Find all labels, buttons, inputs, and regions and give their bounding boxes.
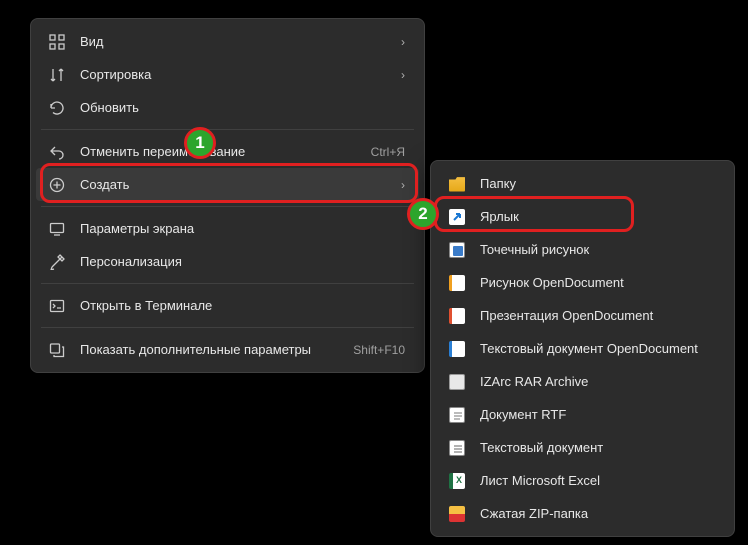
folder-icon: [448, 175, 466, 193]
submenu-item-xlsx[interactable]: X Лист Microsoft Excel: [436, 464, 729, 497]
submenu-item-odp[interactable]: Презентация OpenDocument: [436, 299, 729, 332]
submenu-item-shortcut[interactable]: Ярлык: [436, 200, 729, 233]
menu-item-new[interactable]: Создать ›: [36, 168, 419, 201]
submenu-item-rar[interactable]: IZArc RAR Archive: [436, 365, 729, 398]
menu-label: Сжатая ZIP-папка: [480, 506, 715, 521]
menu-label: Сортировка: [80, 67, 401, 82]
bitmap-icon: [448, 241, 466, 259]
terminal-icon: [48, 297, 66, 315]
shortcut-icon: [448, 208, 466, 226]
sort-icon: [48, 66, 66, 84]
menu-label: Текстовый документ: [480, 440, 715, 455]
menu-item-refresh[interactable]: Обновить: [36, 91, 419, 124]
rar-icon: [448, 373, 466, 391]
menu-label: Персонализация: [80, 254, 405, 269]
menu-label: Создать: [80, 177, 401, 192]
menu-label: Точечный рисунок: [480, 242, 715, 257]
desktop-context-menu: Вид › Сортировка › Обновить Отменить пер…: [30, 18, 425, 373]
undo-icon: [48, 143, 66, 161]
odp-icon: [448, 307, 466, 325]
annotation-badge-1: 1: [184, 127, 216, 159]
submenu-item-folder[interactable]: Папку: [436, 167, 729, 200]
menu-item-personalize[interactable]: Персонализация: [36, 245, 419, 278]
view-icon: [48, 33, 66, 51]
submenu-item-txt[interactable]: Текстовый документ: [436, 431, 729, 464]
odt-icon: [448, 340, 466, 358]
menu-label: Параметры экрана: [80, 221, 405, 236]
menu-label: Показать дополнительные параметры: [80, 342, 343, 357]
menu-label: Обновить: [80, 100, 405, 115]
menu-item-display-settings[interactable]: Параметры экрана: [36, 212, 419, 245]
menu-shortcut: Shift+F10: [353, 343, 405, 357]
menu-label: IZArc RAR Archive: [480, 374, 715, 389]
new-submenu: Папку Ярлык Точечный рисунок Рисунок Ope…: [430, 160, 735, 537]
separator: [41, 283, 414, 284]
submenu-item-odg[interactable]: Рисунок OpenDocument: [436, 266, 729, 299]
separator: [41, 129, 414, 130]
submenu-item-bitmap[interactable]: Точечный рисунок: [436, 233, 729, 266]
chevron-right-icon: ›: [401, 68, 405, 82]
menu-item-view[interactable]: Вид ›: [36, 25, 419, 58]
menu-label: Лист Microsoft Excel: [480, 473, 715, 488]
menu-label: Презентация OpenDocument: [480, 308, 715, 323]
menu-label: Документ RTF: [480, 407, 715, 422]
odg-icon: [448, 274, 466, 292]
menu-label: Ярлык: [480, 209, 715, 224]
refresh-icon: [48, 99, 66, 117]
menu-label: Вид: [80, 34, 401, 49]
separator: [41, 327, 414, 328]
menu-shortcut: Ctrl+Я: [371, 145, 405, 159]
menu-label: Отменить переименование: [80, 144, 361, 159]
submenu-item-rtf[interactable]: Документ RTF: [436, 398, 729, 431]
chevron-right-icon: ›: [401, 178, 405, 192]
personalize-icon: [48, 253, 66, 271]
menu-item-sort[interactable]: Сортировка ›: [36, 58, 419, 91]
annotation-badge-2: 2: [407, 198, 439, 230]
menu-label: Открыть в Терминале: [80, 298, 405, 313]
rtf-icon: [448, 406, 466, 424]
menu-item-undo[interactable]: Отменить переименование Ctrl+Я: [36, 135, 419, 168]
menu-item-more-options[interactable]: Показать дополнительные параметры Shift+…: [36, 333, 419, 366]
chevron-right-icon: ›: [401, 35, 405, 49]
zip-icon: [448, 505, 466, 523]
menu-label: Текстовый документ OpenDocument: [480, 341, 715, 356]
menu-label: Папку: [480, 176, 715, 191]
more-options-icon: [48, 341, 66, 359]
new-icon: [48, 176, 66, 194]
submenu-item-zip[interactable]: Сжатая ZIP-папка: [436, 497, 729, 530]
submenu-item-odt[interactable]: Текстовый документ OpenDocument: [436, 332, 729, 365]
txt-icon: [448, 439, 466, 457]
excel-icon: X: [448, 472, 466, 490]
menu-label: Рисунок OpenDocument: [480, 275, 715, 290]
separator: [41, 206, 414, 207]
display-icon: [48, 220, 66, 238]
menu-item-terminal[interactable]: Открыть в Терминале: [36, 289, 419, 322]
